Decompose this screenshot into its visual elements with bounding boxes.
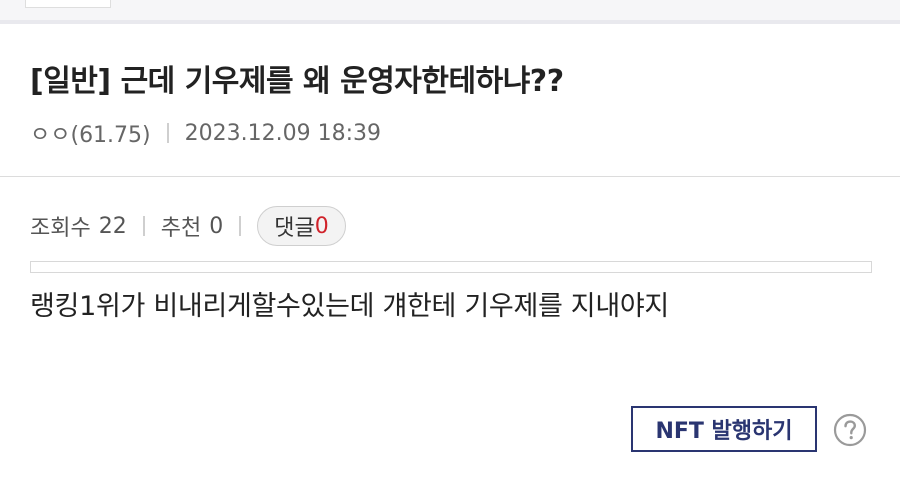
views-label: 조회수 (30, 216, 91, 241)
nft-publish-button[interactable]: NFT 발행하기 (631, 406, 817, 452)
post-body: 랭킹1위가 비내리게할수있는데 걔한테 기우제를 지내야지 (30, 291, 669, 322)
views-count: 22 (98, 213, 127, 239)
question-circle-icon[interactable] (833, 413, 867, 447)
stats-separator (239, 216, 242, 236)
post-datetime: 2023.12.09 18:39 (184, 120, 381, 146)
top-strip (0, 0, 900, 20)
header-divider (0, 176, 900, 177)
post-stats: 조회수 22 추천 0 댓글 0 (30, 205, 346, 247)
meta-separator (166, 123, 169, 143)
content-top-bar (30, 261, 872, 273)
comment-button[interactable]: 댓글 0 (257, 206, 346, 246)
comment-count: 0 (314, 213, 329, 239)
top-divider (0, 20, 900, 24)
recommend-label: 추천 (160, 216, 202, 241)
stats-separator (142, 216, 145, 236)
post-title: [일반] 근데 기우제를 왜 운영자한테하냐?? (30, 64, 564, 99)
comment-label: 댓글 (274, 216, 315, 241)
top-tab-box (25, 0, 111, 8)
author-name[interactable]: ㅇㅇ(61.75) (30, 117, 151, 149)
post-meta: ㅇㅇ(61.75) 2023.12.09 18:39 (30, 117, 381, 149)
recommend-count: 0 (209, 213, 224, 239)
